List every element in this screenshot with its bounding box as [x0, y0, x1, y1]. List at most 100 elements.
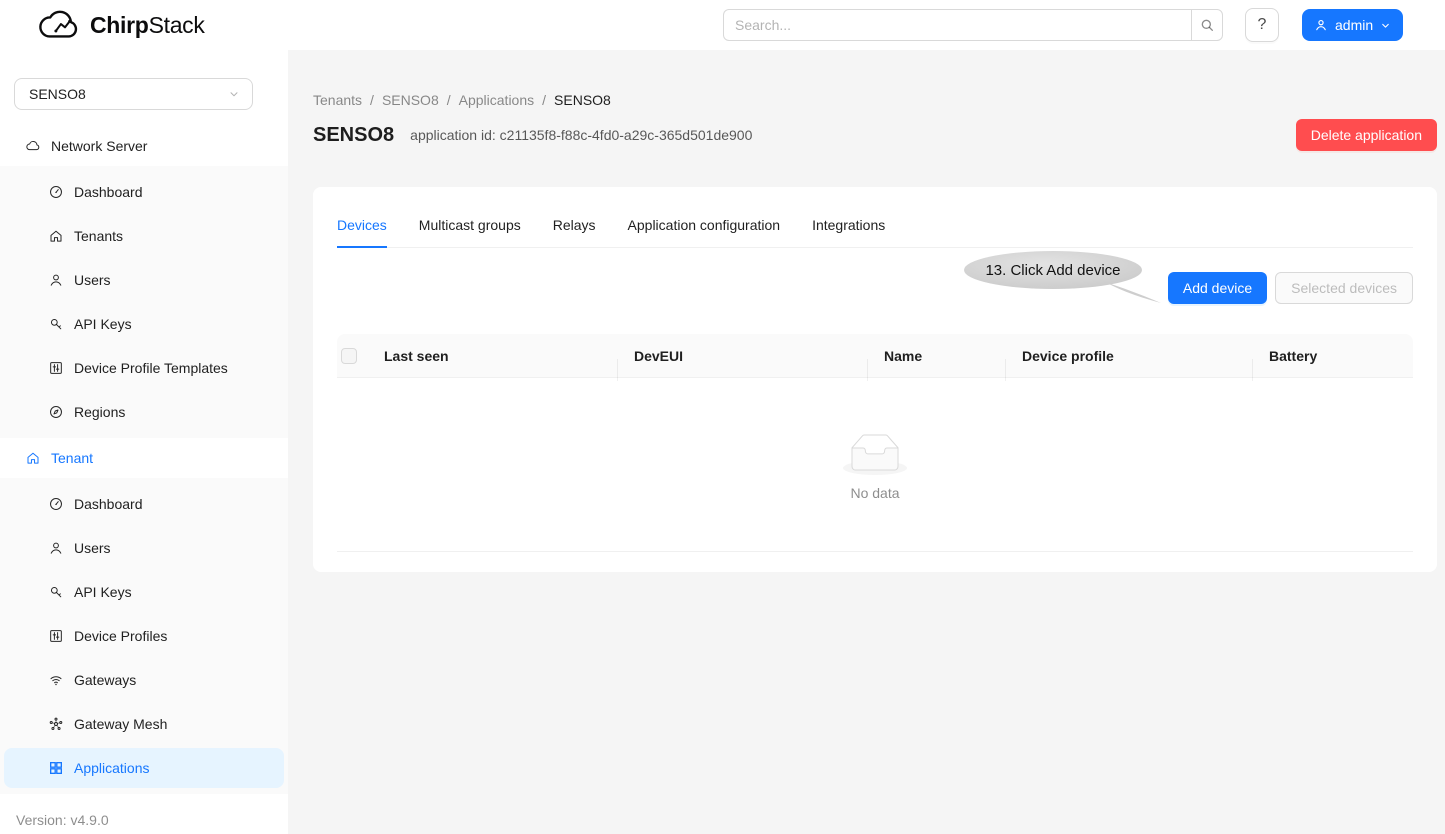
page-title: SENSO8 — [313, 124, 394, 147]
sidebar-item-label: Dashboard — [74, 184, 143, 200]
breadcrumb-separator: / — [447, 92, 451, 108]
breadcrumb-item-tenants[interactable]: Tenants — [313, 92, 362, 108]
section-label: Network Server — [51, 138, 147, 154]
sidebar-item-label: Gateways — [74, 672, 136, 688]
no-data-text: No data — [850, 485, 899, 501]
column-name: Name — [868, 348, 1006, 364]
sidebar-item-tenant-dashboard[interactable]: Dashboard — [4, 484, 284, 524]
sidebar-item-applications[interactable]: Applications — [4, 748, 284, 788]
sidebar-item-label: Dashboard — [74, 496, 143, 512]
header-checkbox-cell — [337, 348, 368, 364]
wifi-icon — [48, 672, 64, 688]
sidebar-item-gateway-mesh[interactable]: Gateway Mesh — [4, 704, 284, 744]
empty-state: No data — [337, 378, 1413, 552]
global-search — [723, 9, 1223, 41]
sidebar-item-label: API Keys — [74, 584, 132, 600]
annotation-text: 13. Click Add device — [963, 251, 1143, 289]
user-icon — [1314, 18, 1328, 32]
dashboard-icon — [48, 184, 64, 200]
sidebar-item-label: Gateway Mesh — [74, 716, 167, 732]
sidebar-item-label: Device Profiles — [74, 628, 167, 644]
sidebar-item-label: Tenants — [74, 228, 123, 244]
breadcrumb-separator: / — [370, 92, 374, 108]
home-icon — [25, 450, 41, 466]
mesh-network-icon — [48, 716, 64, 732]
sidebar-item-gateways[interactable]: Gateways — [4, 660, 284, 700]
search-icon — [1199, 17, 1215, 33]
sidebar-item-tenant-users[interactable]: Users — [4, 528, 284, 568]
cloud-icon — [25, 138, 41, 154]
tab-multicast-groups[interactable]: Multicast groups — [419, 217, 521, 247]
table-header: Last seen DevEUI Name Device profile Bat… — [337, 334, 1413, 378]
home-icon — [48, 228, 64, 244]
tabs: Devices Multicast groups Relays Applicat… — [337, 187, 1413, 248]
chirpstack-cloud-logo-icon — [38, 8, 82, 42]
tab-relays[interactable]: Relays — [553, 217, 596, 247]
section-label: Tenant — [51, 450, 93, 466]
sidebar-item-label: API Keys — [74, 316, 132, 332]
column-device-profile: Device profile — [1006, 348, 1253, 364]
dashboard-icon — [48, 496, 64, 512]
sidebar-item-ns-dashboard[interactable]: Dashboard — [4, 172, 284, 212]
add-device-button[interactable]: Add device — [1168, 272, 1267, 304]
user-icon — [48, 540, 64, 556]
tenant-select-value: SENSO8 — [29, 86, 86, 102]
tab-application-configuration[interactable]: Application configuration — [628, 217, 781, 247]
selected-devices-button[interactable]: Selected devices — [1275, 272, 1413, 304]
network-server-group: Dashboard Tenants Users — [0, 166, 288, 438]
sidebar-item-label: Users — [74, 540, 111, 556]
select-chevron-down-icon — [228, 88, 240, 100]
sidebar: SENSO8 Network Server Dashboard — [0, 50, 288, 834]
brand-name: ChirpStack — [90, 12, 205, 39]
sidebar-item-ns-api-keys[interactable]: API Keys — [4, 304, 284, 344]
sidebar-menu: Network Server Dashboard Tenants — [0, 126, 288, 794]
column-battery: Battery — [1253, 348, 1413, 364]
chevron-down-icon — [1380, 20, 1391, 31]
empty-inbox-icon — [843, 434, 907, 475]
admin-label: admin — [1335, 17, 1373, 33]
sidebar-item-device-profile-templates[interactable]: Device Profile Templates — [4, 348, 284, 388]
user-icon — [48, 272, 64, 288]
search-button[interactable] — [1191, 9, 1223, 41]
admin-user-button[interactable]: admin — [1302, 9, 1403, 41]
sidebar-item-tenant-api-keys[interactable]: API Keys — [4, 572, 284, 612]
sidebar-item-label: Applications — [74, 760, 150, 776]
breadcrumb-item-tenant[interactable]: SENSO8 — [382, 92, 439, 108]
device-toolbar: Add device Selected devices — [337, 272, 1413, 304]
content-card: Devices Multicast groups Relays Applicat… — [313, 187, 1437, 572]
breadcrumb-item-current: SENSO8 — [554, 92, 611, 108]
devices-table: Last seen DevEUI Name Device profile Bat… — [337, 334, 1413, 552]
sidebar-section-network-server[interactable]: Network Server — [0, 126, 288, 166]
version-label: Version: v4.9.0 — [16, 812, 109, 828]
key-icon — [48, 584, 64, 600]
compass-icon — [48, 404, 64, 420]
brand-logo[interactable]: ChirpStack — [38, 8, 205, 42]
control-icon — [48, 628, 64, 644]
control-icon — [48, 360, 64, 376]
key-icon — [48, 316, 64, 332]
sidebar-item-device-profiles[interactable]: Device Profiles — [4, 616, 284, 656]
sidebar-item-label: Regions — [74, 404, 125, 420]
select-all-checkbox[interactable] — [341, 348, 357, 364]
sidebar-section-tenant[interactable]: Tenant — [0, 438, 288, 478]
sidebar-item-ns-users[interactable]: Users — [4, 260, 284, 300]
tenant-select[interactable]: SENSO8 — [14, 78, 253, 110]
page-header: SENSO8 application id: c21135f8-f88c-4fd… — [313, 119, 1437, 151]
delete-application-button[interactable]: Delete application — [1296, 119, 1437, 151]
appstore-grid-icon — [48, 760, 64, 776]
column-last-seen: Last seen — [368, 348, 618, 364]
tab-integrations[interactable]: Integrations — [812, 217, 885, 247]
search-input[interactable] — [723, 9, 1191, 41]
main-content: Tenants / SENSO8 / Applications / SENSO8… — [288, 50, 1445, 834]
help-button[interactable]: ? — [1245, 8, 1279, 42]
application-id: application id: c21135f8-f88c-4fd0-a29c-… — [410, 127, 752, 143]
tab-devices[interactable]: Devices — [337, 217, 387, 247]
top-header: ChirpStack ? admin — [0, 0, 1445, 50]
sidebar-item-tenants[interactable]: Tenants — [4, 216, 284, 256]
breadcrumb: Tenants / SENSO8 / Applications / SENSO8 — [313, 92, 1445, 108]
sidebar-item-label: Device Profile Templates — [74, 360, 228, 376]
column-deveui: DevEUI — [618, 348, 868, 364]
breadcrumb-item-applications[interactable]: Applications — [459, 92, 535, 108]
question-icon: ? — [1258, 16, 1267, 34]
sidebar-item-regions[interactable]: Regions — [4, 392, 284, 432]
